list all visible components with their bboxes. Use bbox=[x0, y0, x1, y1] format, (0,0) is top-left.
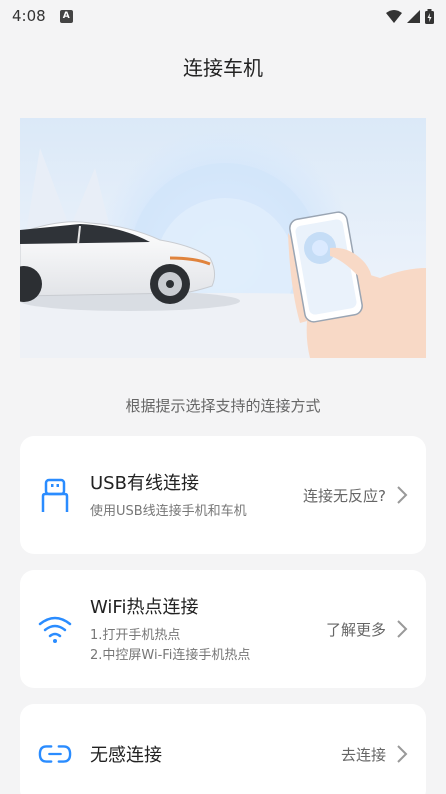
usb-help-link[interactable]: 连接无反应? bbox=[303, 485, 408, 506]
wifi-card-step-1: 1.打开手机热点 bbox=[90, 627, 181, 643]
hero-illustration bbox=[20, 118, 426, 358]
battery-icon bbox=[425, 8, 434, 24]
wifi-signal-icon bbox=[386, 9, 402, 23]
status-bar: 4:08 A bbox=[0, 0, 446, 32]
usb-icon bbox=[38, 478, 72, 512]
car-phone-illustration bbox=[20, 118, 426, 358]
chevron-right-icon bbox=[397, 620, 408, 638]
status-time: 4:08 bbox=[12, 7, 46, 25]
link-icon bbox=[38, 737, 72, 771]
wifi-learn-more-label: 了解更多 bbox=[325, 620, 386, 639]
seamless-card-title: 无感连接 bbox=[90, 745, 162, 766]
notification-icon: A bbox=[59, 9, 73, 23]
wifi-card-step-2: 2.中控屏Wi-Fi连接手机热点 bbox=[90, 647, 251, 663]
cell-signal-icon bbox=[407, 9, 420, 23]
status-icons bbox=[386, 8, 434, 24]
wifi-icon bbox=[38, 612, 72, 646]
usb-card-desc: 使用USB线连接手机和车机 bbox=[90, 503, 247, 519]
wifi-card-title: WiFi热点连接 bbox=[90, 596, 199, 618]
usb-connection-card[interactable]: USB有线连接 使用USB线连接手机和车机 连接无反应? bbox=[20, 436, 426, 554]
seamless-connect-link[interactable]: 去连接 bbox=[341, 744, 408, 765]
seamless-connection-card[interactable]: 无感连接 去连接 bbox=[20, 704, 426, 794]
wifi-learn-more-link[interactable]: 了解更多 bbox=[326, 619, 408, 640]
usb-card-title: USB有线连接 bbox=[90, 472, 199, 494]
page-title: 连接车机 bbox=[183, 56, 263, 80]
usb-help-label: 连接无反应? bbox=[303, 486, 386, 505]
wifi-hotspot-card[interactable]: WiFi热点连接 1.打开手机热点 2.中控屏Wi-Fi连接手机热点 了解更多 bbox=[20, 570, 426, 688]
chevron-right-icon bbox=[397, 486, 408, 504]
seamless-connect-label: 去连接 bbox=[340, 745, 386, 764]
chevron-right-icon bbox=[397, 745, 408, 763]
connection-hint: 根据提示选择支持的连接方式 bbox=[125, 397, 321, 415]
